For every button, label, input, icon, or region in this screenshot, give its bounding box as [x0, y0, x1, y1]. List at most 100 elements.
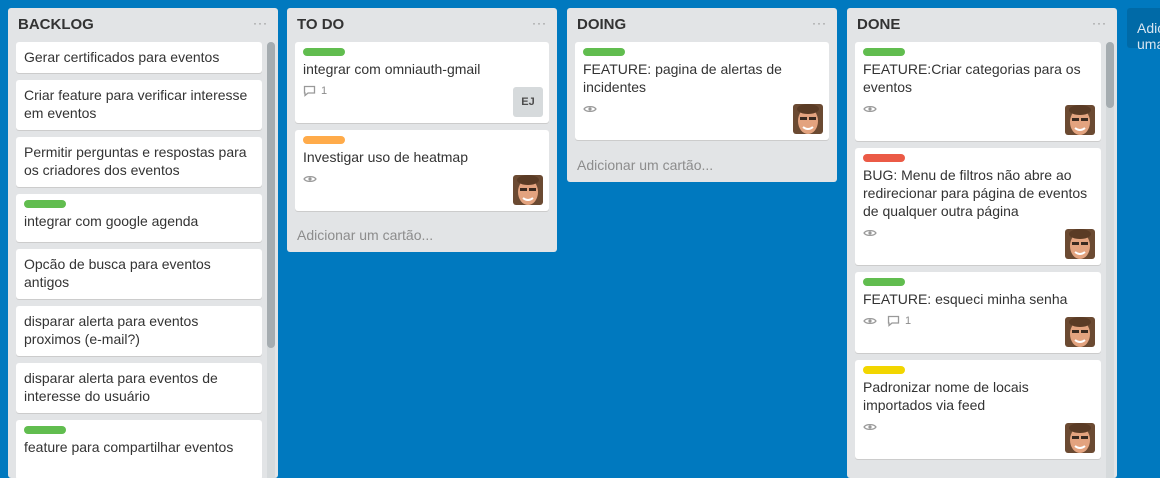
comments-badge: 1 — [303, 85, 327, 97]
card[interactable]: Gerar certificados para eventos — [16, 42, 262, 73]
avatar[interactable] — [513, 175, 543, 205]
card-label-yellow — [863, 366, 905, 374]
user-photo-icon — [1065, 317, 1095, 347]
watch-badge — [583, 104, 597, 114]
card-label-orange — [303, 136, 345, 144]
card-badges: 1 — [863, 313, 1093, 329]
scrollbar-thumb[interactable] — [1106, 42, 1114, 108]
avatar[interactable] — [1065, 423, 1095, 453]
card[interactable]: Opcão de busca para eventos antigos — [16, 249, 262, 299]
list-title[interactable]: TO DO — [297, 16, 344, 33]
list-title[interactable]: DOING — [577, 16, 626, 33]
watch-badge — [303, 174, 317, 184]
card-title: Permitir perguntas e respostas para os c… — [24, 144, 247, 178]
card-label-green — [583, 48, 625, 56]
card-label-green — [303, 48, 345, 56]
card-title: integrar com google agenda — [24, 213, 199, 229]
add-card-link[interactable]: Adicionar um cartão... — [577, 157, 713, 173]
card-badges — [863, 101, 1093, 117]
card-label-green — [863, 48, 905, 56]
eye-icon — [863, 424, 877, 430]
card-badges — [863, 225, 1093, 241]
list-menu-button[interactable]: ··· — [253, 16, 268, 30]
avatar[interactable] — [1065, 105, 1095, 135]
card[interactable]: FEATURE:Criar categorias para os eventos — [855, 42, 1101, 141]
card-title: BUG: Menu de filtros não abre ao redirec… — [863, 167, 1088, 219]
card-title: integrar com omniauth-gmail — [303, 61, 481, 77]
list-title[interactable]: BACKLOG — [18, 16, 94, 33]
list-todo: TO DO ··· integrar com omniauth-gmail 1 … — [287, 8, 557, 252]
card[interactable]: disparar alerta para eventos de interess… — [16, 363, 262, 413]
list-menu-button[interactable]: ··· — [532, 16, 547, 30]
card-title: FEATURE: esqueci minha senha — [863, 291, 1068, 307]
card[interactable]: FEATURE: esqueci minha senha 1 — [855, 272, 1101, 353]
watch-badge — [863, 104, 877, 114]
user-photo-icon — [1065, 229, 1095, 259]
card-label-red — [863, 154, 905, 162]
card-title: Padronizar nome de locais importados via… — [863, 379, 1029, 413]
avatar[interactable] — [1065, 229, 1095, 259]
eye-icon — [863, 230, 877, 236]
card-title: feature para compartilhar eventos — [24, 439, 234, 455]
card-badges — [583, 101, 821, 117]
watch-badge — [863, 228, 877, 238]
watch-badge — [863, 422, 877, 432]
watch-badge — [863, 316, 877, 326]
add-list-label: Adicionar uma lista... — [1137, 20, 1160, 52]
card[interactable]: Investigar uso de heatmap — [295, 130, 549, 211]
comment-icon — [303, 85, 316, 97]
card-badges — [863, 419, 1093, 435]
list-header: BACKLOG ··· — [8, 8, 278, 40]
comment-icon — [887, 315, 900, 327]
list-title[interactable]: DONE — [857, 16, 900, 33]
card[interactable]: integrar com google agenda — [16, 194, 262, 242]
card[interactable]: feature para compartilhar eventos — [16, 420, 262, 478]
scrollbar-thumb[interactable] — [267, 42, 275, 348]
card-title: Investigar uso de heatmap — [303, 149, 468, 165]
comments-badge: 1 — [887, 315, 911, 327]
scrollbar[interactable] — [267, 42, 275, 478]
scrollbar[interactable] — [1106, 42, 1114, 478]
comments-count: 1 — [905, 315, 912, 327]
eye-icon — [863, 106, 877, 112]
add-list-button[interactable]: Adicionar uma lista... — [1127, 8, 1160, 52]
card-title: Gerar certificados para eventos — [24, 49, 220, 65]
card-title: disparar alerta para eventos proximos (e… — [24, 313, 199, 347]
user-photo-icon — [513, 175, 543, 205]
card-badges: 1 — [303, 83, 541, 99]
eye-icon — [863, 318, 877, 324]
list-menu-button[interactable]: ··· — [812, 16, 827, 30]
eye-icon — [303, 176, 317, 182]
eye-icon — [583, 106, 597, 112]
avatar[interactable]: EJ — [513, 87, 543, 117]
card[interactable]: Permitir perguntas e respostas para os c… — [16, 137, 262, 187]
card-label-green — [24, 200, 66, 208]
list-done: DONE ··· FEATURE:Criar categorias para o… — [847, 8, 1117, 478]
card-title: disparar alerta para eventos de interess… — [24, 370, 218, 404]
list-header: DONE ··· — [847, 8, 1117, 40]
add-card-link[interactable]: Adicionar um cartão... — [297, 227, 433, 243]
card[interactable]: disparar alerta para eventos proximos (e… — [16, 306, 262, 356]
card-label-green — [863, 278, 905, 286]
card[interactable]: FEATURE: pagina de alertas de incidentes — [575, 42, 829, 140]
card[interactable]: BUG: Menu de filtros não abre ao redirec… — [855, 148, 1101, 265]
card[interactable]: integrar com omniauth-gmail 1 EJ — [295, 42, 549, 123]
user-photo-icon — [1065, 423, 1095, 453]
card-title: Opcão de busca para eventos antigos — [24, 256, 211, 290]
comments-count: 1 — [321, 85, 328, 97]
card[interactable]: Criar feature para verificar interesse e… — [16, 80, 262, 130]
avatar[interactable] — [793, 104, 823, 134]
user-photo-icon — [1065, 105, 1095, 135]
card-label-green — [24, 426, 66, 434]
card-badges — [303, 171, 541, 187]
list-header: TO DO ··· — [287, 8, 557, 40]
card[interactable]: Padronizar nome de locais importados via… — [855, 360, 1101, 459]
user-photo-icon — [793, 104, 823, 134]
avatar[interactable] — [1065, 317, 1095, 347]
list-menu-button[interactable]: ··· — [1092, 16, 1107, 30]
list-backlog: BACKLOG ··· Gerar certificados para even… — [8, 8, 278, 478]
card-title: FEATURE: pagina de alertas de incidentes — [583, 61, 782, 95]
card-title: Criar feature para verificar interesse e… — [24, 87, 248, 121]
list-doing: DOING ··· FEATURE: pagina de alertas de … — [567, 8, 837, 182]
card-title: FEATURE:Criar categorias para os eventos — [863, 61, 1081, 95]
